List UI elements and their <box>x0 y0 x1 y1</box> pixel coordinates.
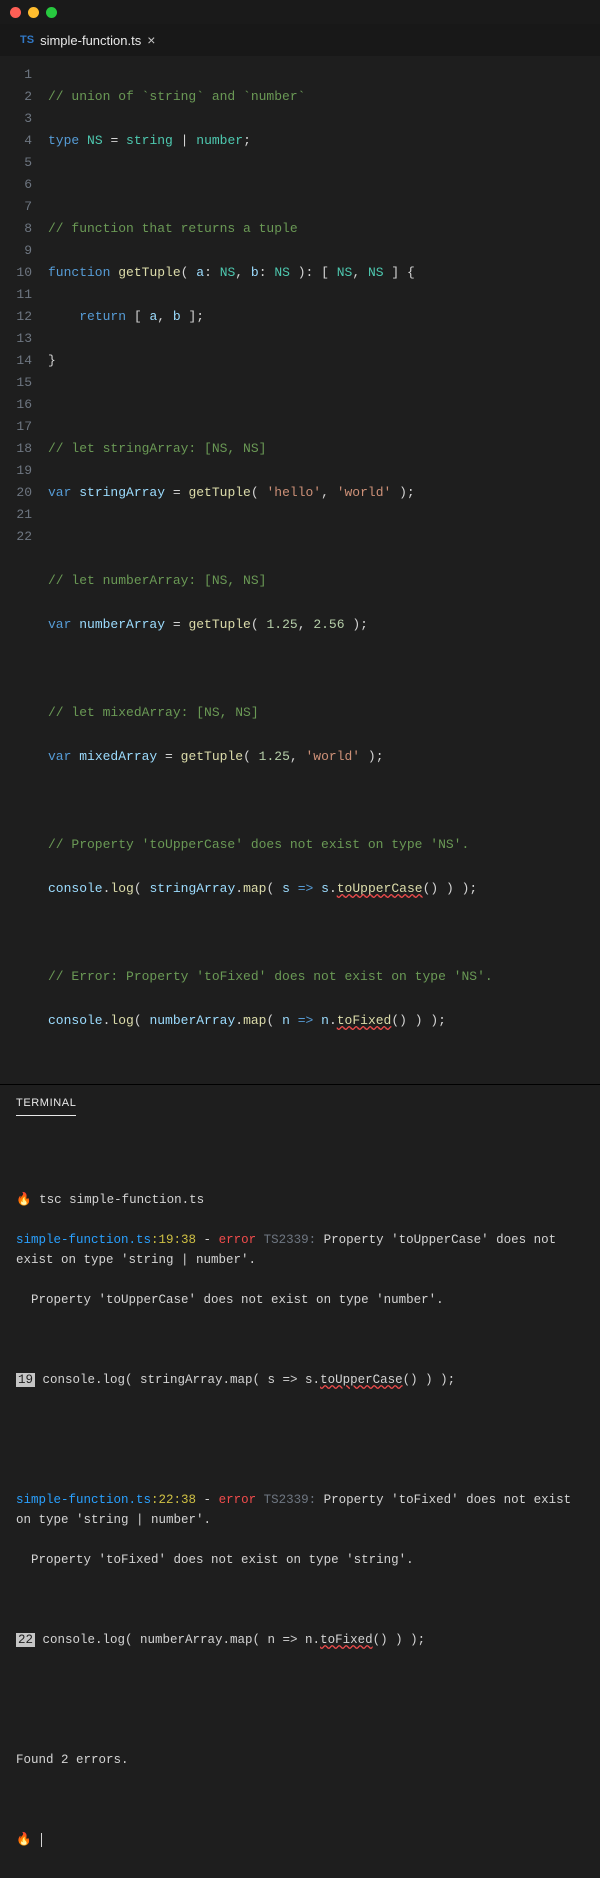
terminal-command: tsc simple-function.ts <box>39 1193 204 1207</box>
maximize-window-button[interactable] <box>46 7 57 18</box>
error-squiggle[interactable]: toFixed <box>337 1013 392 1028</box>
error-squiggle[interactable]: toUpperCase <box>337 881 423 896</box>
close-window-button[interactable] <box>10 7 21 18</box>
error-summary: Found 2 errors. <box>16 1753 129 1767</box>
file-tab[interactable]: TS simple-function.ts × <box>10 24 165 56</box>
minimize-window-button[interactable] <box>28 7 39 18</box>
tabbar: TS simple-function.ts × <box>0 24 600 56</box>
line-gutter: 12345678910111213141516171819202122 <box>0 64 48 1076</box>
code-content[interactable]: // union of `string` and `number` type N… <box>48 64 600 1076</box>
panel-header: TERMINAL <box>0 1085 600 1116</box>
prompt-icon: 🔥 <box>16 1193 39 1207</box>
code-editor[interactable]: 12345678910111213141516171819202122 // u… <box>0 56 600 1084</box>
close-tab-icon[interactable]: × <box>147 32 155 48</box>
terminal-cursor[interactable] <box>41 1833 42 1847</box>
terminal-tab[interactable]: TERMINAL <box>16 1097 76 1116</box>
titlebar <box>0 0 600 24</box>
typescript-icon: TS <box>20 34 34 46</box>
prompt-icon: 🔥 <box>16 1833 39 1847</box>
terminal-output[interactable]: 🔥 tsc simple-function.ts simple-function… <box>0 1116 600 1878</box>
tab-filename: simple-function.ts <box>40 33 141 48</box>
